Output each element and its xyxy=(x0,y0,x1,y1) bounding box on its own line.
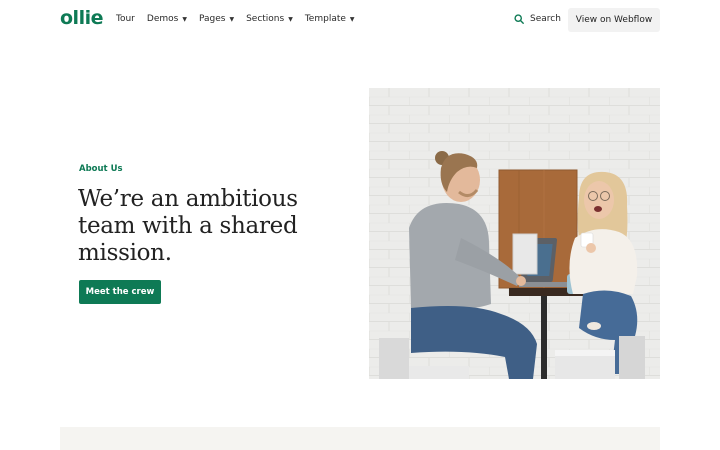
chevron-down-icon: ▼ xyxy=(349,15,355,23)
search-label: Search xyxy=(530,14,561,24)
meet-the-crew-button[interactable]: Meet the crew xyxy=(79,280,161,304)
nav-item-pages[interactable]: Pages ▼ xyxy=(199,14,234,24)
top-nav: ollie Tour Demos ▼ Pages ▼ Sections ▼ Te… xyxy=(0,0,720,40)
nav-item-label: Pages xyxy=(198,14,226,24)
chevron-down-icon: ▼ xyxy=(182,15,187,23)
chevron-down-icon: ▼ xyxy=(288,15,293,23)
team-photo-illustration xyxy=(369,88,660,379)
nav-item-label: Sections xyxy=(246,14,285,24)
nav-item-demos[interactable]: Demos ▼ xyxy=(147,14,187,24)
section-eyebrow: About Us xyxy=(79,164,123,174)
chevron-down-icon: ▼ xyxy=(229,15,235,23)
nav-item-tour[interactable]: Tour xyxy=(116,14,135,24)
hero-photo xyxy=(369,88,660,379)
main-menu: Tour Demos ▼ Pages ▼ Sections ▼ Template… xyxy=(116,14,367,24)
search-button[interactable]: Search xyxy=(514,14,561,24)
nav-item-label: Demos xyxy=(146,14,179,24)
page-title: We’re an ambitious team with a shared mi… xyxy=(78,186,298,266)
nav-item-label: Tour xyxy=(116,14,135,24)
nav-item-sections[interactable]: Sections ▼ xyxy=(246,14,293,24)
view-on-webflow-button[interactable]: View on Webflow xyxy=(568,8,660,32)
search-icon xyxy=(514,14,524,24)
next-section-strip xyxy=(60,427,660,450)
nav-item-label: Template xyxy=(304,14,346,24)
logo[interactable]: ollie xyxy=(60,7,103,29)
nav-item-template[interactable]: Template ▼ xyxy=(305,14,355,24)
